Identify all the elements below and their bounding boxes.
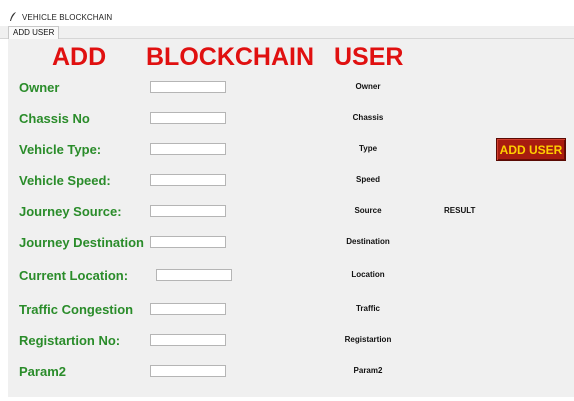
- vehicle-type-input[interactable]: [150, 143, 226, 155]
- chassis-output: Chassis: [352, 113, 384, 122]
- registration-no-output: Registartion: [344, 335, 392, 344]
- registration-no-label: Registartion No:: [19, 333, 121, 348]
- registration-no-input[interactable]: [150, 334, 226, 346]
- journey-destination-input[interactable]: [150, 236, 226, 248]
- journey-destination-label: Journey Destination: [19, 235, 144, 250]
- param2-input[interactable]: [150, 365, 226, 377]
- journey-source-label: Journey Source:: [19, 204, 122, 219]
- current-location-output: Location: [351, 270, 385, 279]
- vehicle-speed-input[interactable]: [150, 174, 226, 186]
- owner-output: Owner: [355, 82, 381, 91]
- param2-label: Param2: [19, 364, 66, 379]
- traffic-congestion-input[interactable]: [150, 303, 226, 315]
- feather-icon: [10, 12, 16, 21]
- chassis-input[interactable]: [150, 112, 226, 124]
- journey-source-output: Source: [354, 206, 382, 215]
- journey-destination-output: Destination: [346, 237, 390, 246]
- vehicle-speed-label: Vehicle Speed:: [19, 173, 111, 188]
- vehicle-type-label: Vehicle Type:: [19, 142, 102, 157]
- owner-label: Owner: [19, 80, 60, 95]
- tab-bar: ADD USER: [0, 26, 574, 39]
- journey-source-input[interactable]: [150, 205, 226, 217]
- current-location-input[interactable]: [156, 269, 232, 281]
- heading-word-blockchain: BLOCKCHAIN: [146, 43, 315, 71]
- window-title: VEHICLE BLOCKCHAIN: [22, 13, 113, 22]
- add-user-button[interactable]: ADD USER: [496, 138, 566, 161]
- traffic-congestion-label: Traffic Congestion: [19, 302, 134, 317]
- chassis-label: Chassis No: [19, 111, 90, 126]
- owner-input[interactable]: [150, 81, 226, 93]
- tab-add-user[interactable]: ADD USER: [8, 26, 60, 39]
- result-label: RESULT: [444, 206, 476, 215]
- current-location-label: Current Location:: [19, 268, 129, 283]
- heading-word-user: USER: [334, 43, 404, 71]
- traffic-congestion-output: Traffic: [355, 304, 380, 313]
- vehicle-speed-output: Speed: [355, 175, 380, 184]
- window-titlebar: VEHICLE BLOCKCHAIN: [0, 0, 574, 26]
- heading-word-add: ADD: [52, 43, 107, 71]
- param2-output: Param2: [353, 366, 383, 375]
- vehicle-type-output: Type: [358, 144, 378, 153]
